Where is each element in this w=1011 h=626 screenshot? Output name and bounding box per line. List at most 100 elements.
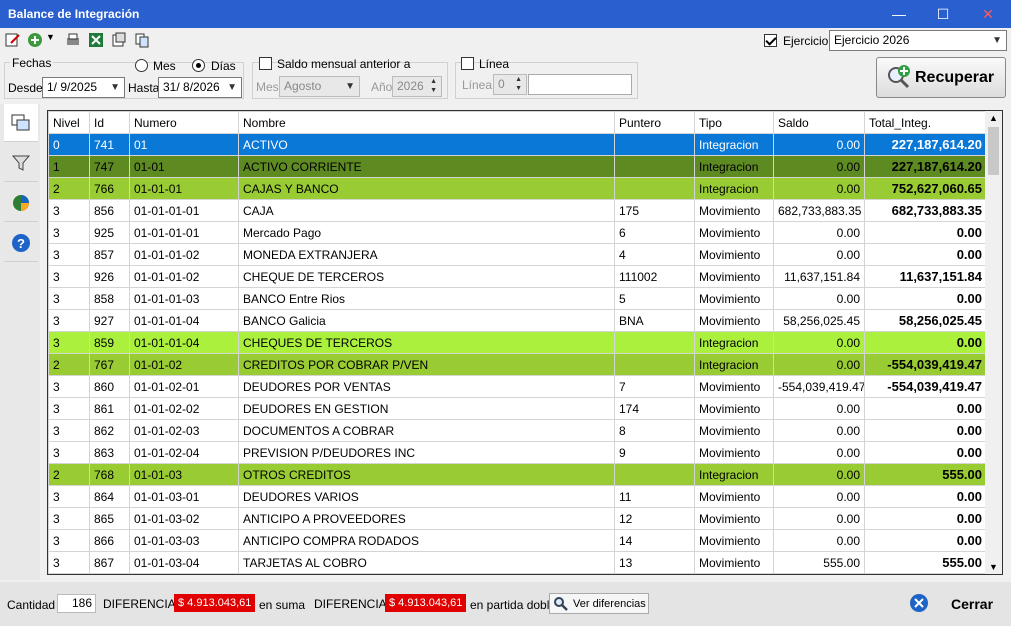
cell-total: 0.00 <box>864 221 987 244</box>
anio-stepper[interactable]: 2026 ▲ ▼ <box>392 76 442 97</box>
table-row[interactable]: 3 857 01-01-01-02 MONEDA EXTRANJERA 4 Movimie… <box>48 243 987 266</box>
column-header-numero[interactable]: Numero <box>129 111 239 134</box>
table-row[interactable]: 3 860 01-01-02-01 DEUDORES POR VENTAS 7 Movim… <box>48 375 987 398</box>
cell-nivel: 3 <box>48 397 90 420</box>
cell-saldo: 0.00 <box>773 463 865 486</box>
table-row[interactable]: 3 864 01-01-03-01 DEUDORES VARIOS 11 Movimien… <box>48 485 987 508</box>
cell-saldo: 555.00 <box>773 551 865 574</box>
chevron-down-icon: ▼ <box>345 81 355 92</box>
excel-icon[interactable] <box>88 32 104 48</box>
linea-text-field[interactable] <box>528 74 632 95</box>
table-row[interactable]: 3 925 01-01-01-01 Mercado Pago 6 Movimiento 0.… <box>48 221 987 244</box>
recuperar-button[interactable]: Recuperar <box>876 57 1006 98</box>
cell-total: 58,256,025.45 <box>864 309 987 332</box>
cell-nombre: DEUDORES VARIOS <box>238 485 615 508</box>
table-row[interactable]: 2 768 01-01-03 OTROS CREDITOS Integracion 0.0… <box>48 463 987 486</box>
en-suma-label: en suma <box>259 598 306 612</box>
stepper-arrows-icon: ▲ ▼ <box>515 76 522 92</box>
table-row[interactable]: 3 862 01-01-02-03 DOCUMENTOS A COBRAR 8 Movim… <box>48 419 987 442</box>
linea-check-label: Línea <box>479 57 510 71</box>
ver-diferencias-button[interactable]: Ver diferencias <box>549 593 649 614</box>
cell-total: 0.00 <box>864 507 987 530</box>
cell-total: 227,187,614.20 <box>864 155 987 178</box>
table-row[interactable]: 3 927 01-01-01-04 BANCO Galicia BNA Movimient… <box>48 309 987 332</box>
desde-date-picker[interactable]: 1/ 9/2025 ▼ <box>42 77 125 98</box>
table-row[interactable]: 0 741 01 ACTIVO Integracion 0.00 227,187,614.2… <box>48 133 987 156</box>
print-icon[interactable] <box>65 32 81 48</box>
ejercicio-select[interactable]: Ejercicio 2026 ▼ <box>829 30 1007 51</box>
title-bar: Balance de Integración — ☐ ✕ <box>0 0 1011 28</box>
scroll-up-icon[interactable]: ▲ <box>989 113 998 123</box>
scrollbar-thumb[interactable] <box>988 127 999 175</box>
cell-id: 857 <box>89 243 130 266</box>
table-row[interactable]: 2 766 01-01-01 CAJAS Y BANCO Integracion 0.00… <box>48 177 987 200</box>
diferencia-partida-value: $ 4.913.043,61 <box>385 594 467 612</box>
cell-puntero: 12 <box>614 507 695 530</box>
cell-tipo: Movimiento <box>694 419 774 442</box>
table-row[interactable]: 3 861 01-01-02-02 DEUDORES EN GESTION 174 Mov… <box>48 397 987 420</box>
table-row[interactable]: 2 767 01-01-02 CREDITOS POR COBRAR P/VEN Int… <box>48 353 987 376</box>
cell-nivel: 2 <box>48 463 90 486</box>
cell-nivel: 2 <box>48 177 90 200</box>
copy-icon[interactable] <box>134 32 150 48</box>
chevron-down-icon[interactable]: ▼ <box>46 32 55 42</box>
export-icon[interactable] <box>111 32 127 48</box>
cell-nombre: DOCUMENTOS A COBRAR <box>238 419 615 442</box>
maximize-button[interactable]: ☐ <box>933 4 953 24</box>
table-row[interactable]: 3 865 01-01-03-02 ANTICIPO A PROVEEDORES 12 M… <box>48 507 987 530</box>
cell-nombre: ACTIVO <box>238 133 615 156</box>
side-chart-button[interactable] <box>4 184 38 222</box>
cell-tipo: Integracion <box>694 353 774 376</box>
cell-nivel: 0 <box>48 133 90 156</box>
ejercicio-checkbox[interactable] <box>764 34 777 47</box>
cell-puntero: 6 <box>614 221 695 244</box>
cell-total: 227,187,614.20 <box>864 133 987 156</box>
cell-saldo: 0.00 <box>773 243 865 266</box>
linea-checkbox[interactable] <box>461 57 474 70</box>
side-toolbar: ? <box>0 104 40 580</box>
table-row[interactable]: 3 866 01-01-03-03 ANTICIPO COMPRA RODADOS 14… <box>48 529 987 552</box>
hasta-date-picker[interactable]: 31/ 8/2026 ▼ <box>158 77 242 98</box>
table-row[interactable]: 3 926 01-01-01-02 CHEQUE DE TERCEROS 111002 M… <box>48 265 987 288</box>
cerrar-button[interactable]: Cerrar <box>905 590 1003 616</box>
chevron-down-icon: ▼ <box>992 35 1002 46</box>
column-header-puntero[interactable]: Puntero <box>614 111 695 134</box>
column-header-tipo[interactable]: Tipo <box>694 111 774 134</box>
dias-radio[interactable] <box>192 59 205 72</box>
cell-numero: 01-01-01-02 <box>129 265 239 288</box>
toolbar: ▼ Ejercicio: Ejercicio 2026 ▼ <box>0 28 1011 54</box>
table-row[interactable]: 1 747 01-01 ACTIVO CORRIENTE Integracion 0.00… <box>48 155 987 178</box>
table-row[interactable]: 3 867 01-01-03-04 TARJETAS AL COBRO 13 Movimi… <box>48 551 987 574</box>
vertical-scrollbar[interactable]: ▲ ▼ <box>985 111 1002 574</box>
close-button[interactable]: ✕ <box>978 4 998 24</box>
table-header: Nivel Id Numero Nombre Puntero Tipo Sald… <box>48 111 987 134</box>
balance-grid[interactable]: Nivel Id Numero Nombre Puntero Tipo Sald… <box>47 110 1003 575</box>
saldo-checkbox[interactable] <box>259 57 272 70</box>
cell-puntero: 8 <box>614 419 695 442</box>
cell-tipo: Movimiento <box>694 485 774 508</box>
add-icon[interactable] <box>27 32 43 48</box>
table-row[interactable]: 3 859 01-01-01-04 CHEQUES DE TERCEROS Integr… <box>48 331 987 354</box>
side-filter-button[interactable] <box>4 144 38 182</box>
column-header-nivel[interactable]: Nivel <box>48 111 90 134</box>
side-grid-button[interactable] <box>4 104 38 142</box>
table-row[interactable]: 3 863 01-01-02-04 PREVISION P/DEUDORES INC 9… <box>48 441 987 464</box>
mes-select[interactable]: Agosto ▼ <box>279 76 360 97</box>
mes-radio[interactable] <box>135 59 148 72</box>
cell-tipo: Movimiento <box>694 265 774 288</box>
cell-total: 555.00 <box>864 463 987 486</box>
linea-stepper[interactable]: 0 ▲ ▼ <box>493 74 527 95</box>
edit-icon[interactable] <box>5 32 21 48</box>
help-icon: ? <box>12 234 30 252</box>
column-header-nombre[interactable]: Nombre <box>238 111 615 134</box>
table-row[interactable]: 3 856 01-01-01-01 CAJA 175 Movimiento 682,733,… <box>48 199 987 222</box>
column-header-id[interactable]: Id <box>89 111 130 134</box>
table-row[interactable]: 3 858 01-01-01-03 BANCO Entre Rios 5 Movimien… <box>48 287 987 310</box>
minimize-button[interactable]: — <box>889 4 909 24</box>
side-help-button[interactable]: ? <box>4 224 38 262</box>
cell-nombre: DEUDORES POR VENTAS <box>238 375 615 398</box>
column-header-saldo[interactable]: Saldo <box>773 111 865 134</box>
scroll-down-icon[interactable]: ▼ <box>989 562 998 572</box>
cell-numero: 01-01-03-02 <box>129 507 239 530</box>
column-header-total-integ[interactable]: Total_Integ. <box>864 111 987 134</box>
